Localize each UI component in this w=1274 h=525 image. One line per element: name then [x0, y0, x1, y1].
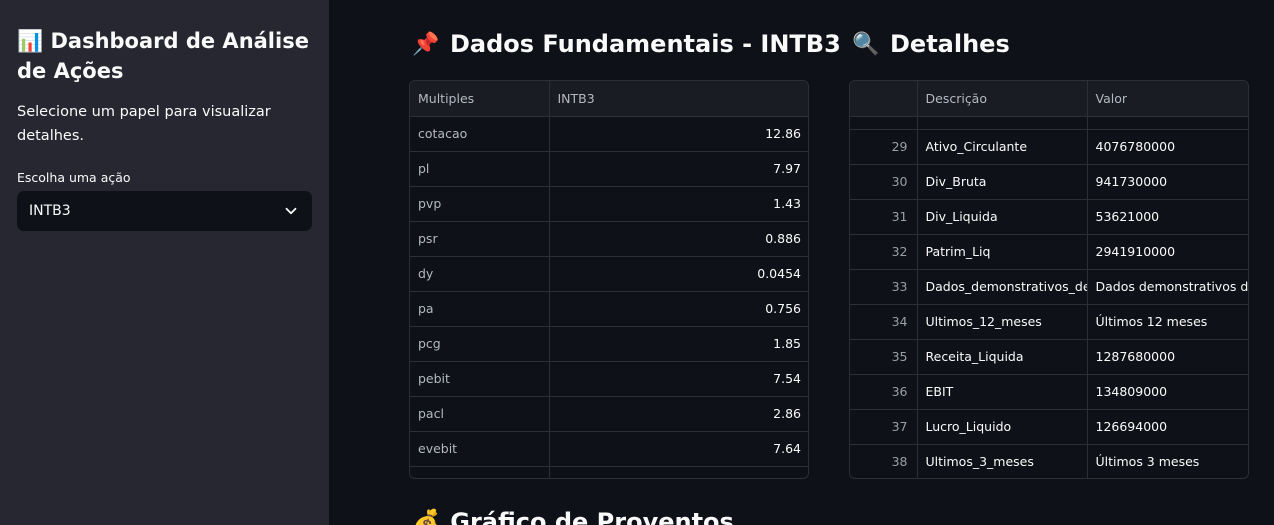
description-cell[interactable]: Dados_demonstrativos_de_ [917, 269, 1088, 305]
dividends-heading: 💰 Gráfico de Proventos [412, 508, 734, 525]
table-row[interactable]: pvp 1.43 [410, 186, 808, 222]
metric-name[interactable]: pvp [410, 186, 550, 222]
metric-value[interactable]: 12.86 [549, 116, 808, 152]
table-row[interactable]: 31 Div_Liquida 53621000 [850, 199, 1248, 235]
table-row[interactable]: 33 Dados_demonstrativos_de_ Dados demonstr… [850, 269, 1248, 305]
column-header[interactable]: Descrição [917, 81, 1088, 117]
table-row[interactable]: evebit 7.64 [410, 431, 808, 467]
description-cell[interactable]: Lucro_Liquido [917, 409, 1088, 445]
table-row[interactable]: 34 Ultimos_12_meses Últimos 12 meses [850, 304, 1248, 340]
sidebar-description: Selecione um papel para visualizar detal… [17, 104, 271, 144]
table-row[interactable]: 32 Patrim_Liq 2941910000 [850, 234, 1248, 270]
table-row[interactable]: dy 0.0454 [410, 256, 808, 292]
table-row[interactable]: 29 Ativo_Circulante 4076780000 [850, 129, 1248, 165]
table-row-partial [410, 466, 808, 478]
bar-chart-icon: 📊 [17, 29, 44, 53]
description-cell[interactable]: Receita_Liquida [917, 339, 1088, 375]
metric-name[interactable]: psr [410, 221, 550, 257]
metric-name[interactable]: pa [410, 291, 550, 327]
table-row-partial [850, 116, 1248, 130]
column-header[interactable] [850, 81, 918, 117]
metric-value[interactable]: 7.54 [549, 361, 808, 397]
metric-name[interactable]: evebit [410, 431, 550, 467]
row-index[interactable]: 37 [850, 409, 918, 445]
metric-name[interactable]: dy [410, 256, 550, 292]
metric-name[interactable]: pebit [410, 361, 550, 397]
value-cell[interactable]: 2941910000 [1087, 234, 1248, 270]
details-heading: 🔍 Detalhes [852, 30, 1010, 58]
fundamentals-title: Dados Fundamentais - INTB3 [450, 30, 841, 58]
description-cell[interactable]: Ativo_Circulante [917, 129, 1088, 165]
row-index[interactable]: 30 [850, 164, 918, 200]
metric-value[interactable]: 0.756 [549, 291, 808, 327]
row-index[interactable]: 31 [850, 199, 918, 235]
description-cell[interactable]: Patrim_Liq [917, 234, 1088, 270]
row-index[interactable]: 36 [850, 374, 918, 410]
metric-value[interactable]: 0.886 [549, 221, 808, 257]
fundamentals-table[interactable]: Multiples INTB3 cotacao 12.86 pl 7.97 pvp 1.4… [409, 80, 809, 479]
dividends-title: Gráfico de Proventos [450, 508, 734, 525]
pushpin-icon: 📌 [412, 31, 440, 57]
table-row[interactable]: 30 Div_Bruta 941730000 [850, 164, 1248, 200]
row-index[interactable]: 29 [850, 129, 918, 165]
money-bag-icon: 💰 [412, 508, 442, 525]
details-table[interactable]: Descrição Valor 29 Ativo_Circulante 407678… [849, 80, 1249, 479]
value-cell[interactable]: 53621000 [1087, 199, 1248, 235]
row-index[interactable]: 32 [850, 234, 918, 270]
metric-name[interactable]: pacl [410, 396, 550, 432]
metric-value[interactable]: 1.85 [549, 326, 808, 362]
column-header[interactable]: INTB3 [549, 81, 808, 117]
chevron-down-icon [285, 207, 297, 215]
value-cell[interactable]: Últimos 3 meses [1087, 444, 1248, 478]
metric-name[interactable]: pcg [410, 326, 550, 362]
table-row[interactable]: psr 0.886 [410, 221, 808, 257]
table-row[interactable]: pa 0.756 [410, 291, 808, 327]
value-cell[interactable]: Dados demonstrativos de r [1087, 269, 1248, 305]
stock-select-label: Escolha uma ação [17, 170, 131, 185]
value-cell[interactable]: 941730000 [1087, 164, 1248, 200]
magnifier-icon: 🔍 [852, 31, 880, 57]
table-row[interactable]: pcg 1.85 [410, 326, 808, 362]
column-header[interactable]: Valor [1087, 81, 1248, 117]
fundamentals-heading: 📌 Dados Fundamentais - INTB3 [412, 30, 841, 58]
metric-value[interactable]: 2.86 [549, 396, 808, 432]
value-cell[interactable]: 126694000 [1087, 409, 1248, 445]
table-row[interactable]: 36 EBIT 134809000 [850, 374, 1248, 410]
value-cell[interactable]: 4076780000 [1087, 129, 1248, 165]
metric-name[interactable]: pl [410, 151, 550, 187]
row-index[interactable]: 38 [850, 444, 918, 478]
details-title: Detalhes [890, 30, 1010, 58]
row-index[interactable]: 35 [850, 339, 918, 375]
table-row[interactable]: cotacao 12.86 [410, 116, 808, 152]
column-header[interactable]: Multiples [410, 81, 550, 117]
metric-value[interactable]: 0.0454 [549, 256, 808, 292]
sidebar-title: 📊 Dashboard de Análise de Ações [17, 26, 312, 86]
description-cell[interactable]: EBIT [917, 374, 1088, 410]
row-index[interactable]: 34 [850, 304, 918, 340]
table-row[interactable]: pebit 7.54 [410, 361, 808, 397]
value-cell[interactable]: Últimos 12 meses [1087, 304, 1248, 340]
table-row[interactable]: 37 Lucro_Liquido 126694000 [850, 409, 1248, 445]
sidebar: 📊 Dashboard de Análise de Ações Selecion… [0, 0, 329, 525]
value-cell[interactable]: 1287680000 [1087, 339, 1248, 375]
sidebar-title-text: Dashboard de Análise de Ações [17, 29, 309, 83]
metric-value[interactable]: 7.64 [549, 431, 808, 467]
table-row[interactable]: pacl 2.86 [410, 396, 808, 432]
row-index[interactable]: 33 [850, 269, 918, 305]
value-cell[interactable]: 134809000 [1087, 374, 1248, 410]
description-cell[interactable]: Div_Bruta [917, 164, 1088, 200]
table-row[interactable]: pl 7.97 [410, 151, 808, 187]
table-row[interactable]: 35 Receita_Liquida 1287680000 [850, 339, 1248, 375]
stock-select-value: INTB3 [29, 203, 71, 219]
table-row[interactable]: 38 Ultimos_3_meses Últimos 3 meses [850, 444, 1248, 478]
main-content: 📌 Dados Fundamentais - INTB3 Multiples I… [329, 0, 1274, 525]
metric-value[interactable]: 1.43 [549, 186, 808, 222]
metric-value[interactable]: 7.97 [549, 151, 808, 187]
description-cell[interactable]: Ultimos_3_meses [917, 444, 1088, 478]
stock-select[interactable]: INTB3 [17, 191, 312, 231]
description-cell[interactable]: Ultimos_12_meses [917, 304, 1088, 340]
description-cell[interactable]: Div_Liquida [917, 199, 1088, 235]
metric-name[interactable]: cotacao [410, 116, 550, 152]
